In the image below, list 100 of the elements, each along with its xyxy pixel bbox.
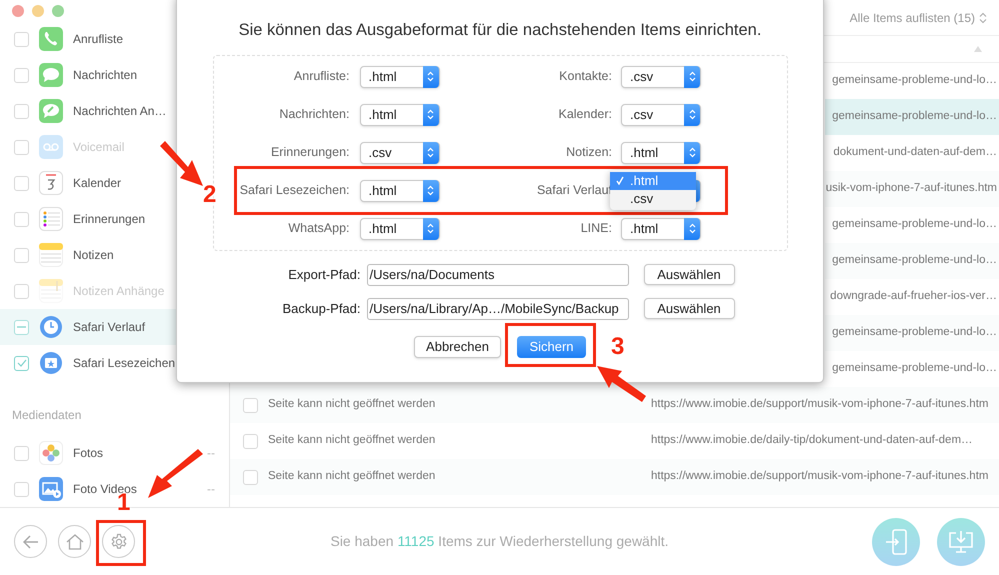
format-select[interactable]: .csv [360, 142, 440, 164]
format-select[interactable]: .csv [621, 66, 701, 88]
checkbox[interactable] [14, 32, 29, 46]
sidebar-item[interactable]: Kalender [73, 176, 122, 190]
updown-chevron-icon [688, 109, 696, 120]
format-select[interactable]: .html [360, 180, 440, 202]
annotation-arrow [160, 141, 203, 186]
dash-icon [17, 326, 26, 328]
path-field[interactable]: /Users/na/Documents [366, 264, 628, 286]
sidebar-item[interactable]: Safari Lesezeichen [73, 356, 176, 370]
zoom-window-button[interactable] [52, 5, 64, 17]
path-label: Export-Pfad: [287, 266, 360, 284]
sidebar-item[interactable]: Safari Verlauf [73, 320, 146, 334]
format-select[interactable]: .html [621, 142, 701, 164]
checkbox[interactable] [14, 104, 29, 118]
restore-to-device-button[interactable] [872, 518, 920, 566]
page-title: Seite kann nicht geöffnet werden [268, 433, 436, 448]
minimize-window-button[interactable] [32, 5, 44, 17]
page-url: gemeinsame-probleme-und-lo… [832, 217, 998, 232]
page-url: https://www.imobie.de/daily-tip/dokument-und-daten-auf-dem… [651, 433, 973, 448]
highlight-frame [96, 520, 146, 566]
format-label: Kontakte: [558, 68, 612, 86]
item-count: -- [207, 445, 215, 462]
page-url: gemeinsame-probleme-und-lo… [832, 253, 998, 268]
format-select[interactable]: .html [360, 104, 440, 126]
format-label: LINE: [580, 220, 612, 238]
page-url: https://www.imobie.de/support/musik-vom-iphone-7-auf-itunes.htm [651, 397, 988, 412]
annotation-arrow [597, 366, 646, 402]
sidebar-item[interactable]: Nachrichten [73, 68, 138, 82]
list-icon [39, 207, 63, 231]
sidebar-item[interactable]: Erinnerungen [73, 212, 146, 226]
checkbox[interactable] [14, 176, 29, 190]
sort-triangle-icon[interactable] [974, 46, 982, 52]
page-title: Seite kann nicht geöffnet werden [268, 469, 436, 484]
settings-button[interactable] [102, 525, 135, 558]
format-label: Kalender: [557, 106, 612, 124]
format-select[interactable]: .html [360, 218, 440, 240]
updown-chevron-icon [427, 71, 434, 82]
picture-play-icon [39, 477, 63, 501]
left-arrow-icon [22, 534, 38, 548]
home-icon [66, 534, 84, 550]
checkbox[interactable] [14, 446, 29, 460]
back-button[interactable] [14, 525, 47, 558]
list-row[interactable]: gemeinsame-probleme-und-lo… [825, 315, 999, 351]
checkbox[interactable] [243, 398, 258, 412]
list-row[interactable]: gemeinsame-probleme-und-lo… [825, 99, 999, 135]
updown-chevron-icon [427, 109, 434, 120]
menu-option[interactable]: .csv [610, 190, 696, 208]
checkbox[interactable] [14, 320, 29, 334]
home-button[interactable] [58, 525, 91, 558]
browse-button[interactable]: Auswählen [644, 264, 734, 286]
path-label: Backup-Pfad: [281, 300, 360, 318]
format-select[interactable]: .html [621, 218, 701, 240]
checkbox[interactable] [14, 68, 29, 82]
close-window-button[interactable] [12, 5, 24, 17]
sidebar-item[interactable]: Fotos [73, 446, 104, 460]
updown-chevron-icon [688, 71, 696, 82]
phone-icon [39, 27, 63, 51]
format-label: Safari Lesezeichen: [238, 182, 350, 200]
clock-icon [39, 315, 63, 339]
checkbox[interactable] [14, 356, 29, 370]
checkbox[interactable] [14, 482, 29, 496]
restore-to-computer-button[interactable] [937, 518, 985, 566]
sidebar-item[interactable]: Nachrichten An… [73, 104, 166, 118]
browse-button[interactable]: Auswählen [644, 298, 734, 320]
page-url: usik-vom-iphone-7-auf-itunes.htm [826, 181, 998, 196]
format-label: Erinnerungen: [270, 144, 350, 162]
page-url: gemeinsame-probleme-und-lo… [832, 73, 998, 88]
checkbox[interactable] [14, 248, 29, 262]
settings-icon [110, 532, 128, 550]
path-field[interactable]: /Users/na/Library/Ap…/MobileSync/Backup [366, 298, 628, 320]
format-label: Notizen: [565, 144, 612, 162]
updown-chevron-icon [688, 223, 696, 234]
checkbox[interactable] [14, 212, 29, 226]
list-row[interactable]: gemeinsame-probleme-und-lo… [825, 243, 999, 279]
step-number: 3 [611, 335, 624, 359]
format-select[interactable]: .html [360, 66, 440, 88]
notepad-icon [39, 243, 63, 267]
checkmark-icon [16, 359, 26, 367]
speech-bubble-icon [39, 63, 63, 87]
format-label: WhatsApp: [287, 220, 350, 238]
speech-bubble-clip-icon [39, 99, 63, 123]
page-url: gemeinsame-probleme-und-lo… [832, 109, 998, 124]
step-number: 2 [203, 183, 216, 207]
checkbox[interactable] [243, 434, 258, 448]
star-folder-icon [39, 351, 63, 375]
sidebar-item[interactable]: Anrufliste [73, 32, 124, 46]
list-row[interactable]: usik-vom-iphone-7-auf-itunes.htm [825, 171, 999, 207]
updown-chevron-icon [427, 147, 434, 158]
checkbox[interactable] [243, 470, 258, 484]
flower-icon [39, 441, 63, 465]
list-row[interactable]: Seite kann nicht geöffnet werden https://www.imobie.de/support/musik-vom-iphone-7-auf-itunes.htm [230, 459, 999, 495]
section-header: Mediendaten [12, 408, 82, 422]
sidebar-item[interactable]: Notizen [73, 248, 114, 262]
format-select[interactable]: .csv [621, 104, 701, 126]
cancel-button[interactable]: Abbrechen [414, 336, 501, 358]
page-url: gemeinsame-probleme-und-lo… [832, 361, 998, 376]
page-url: https://www.imobie.de/support/musik-vom-iphone-7-auf-itunes.htm [651, 469, 988, 484]
list-row[interactable]: Seite kann nicht geöffnet werden https://www.imobie.de/support/musik-vom-iphone-7-auf-itunes.htm [230, 387, 999, 423]
page-title: Seite kann nicht geöffnet werden [268, 397, 436, 412]
